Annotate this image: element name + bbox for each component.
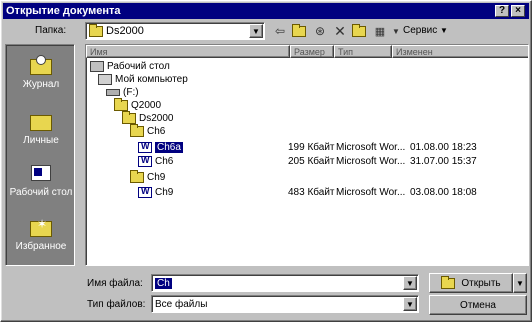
folder-dropdown[interactable]: Ds2000 ▼ <box>85 22 265 40</box>
service-label: Сервис <box>403 25 438 36</box>
favorites-icon: ✶ <box>28 215 54 239</box>
place-label: Журнал <box>22 79 60 90</box>
new-folder-glyph-icon <box>351 23 366 37</box>
tree-item[interactable]: Ch9 <box>130 170 166 184</box>
title-bar: Открытие документа ? × <box>3 3 529 19</box>
folder-label: Папка: <box>35 25 67 36</box>
file-modified: 01.08.00 18:23 <box>410 142 477 153</box>
word-doc-icon <box>138 155 152 167</box>
file-size: 199 Кбайт <box>288 142 335 153</box>
tree-item-label: Ds2000 <box>139 113 174 124</box>
filetype-value: Все файлы <box>155 298 208 310</box>
place-label: Личные <box>23 135 59 146</box>
tree-item-label: Рабочий стол <box>107 61 170 72</box>
desktop-icon <box>90 61 104 72</box>
folder-icon <box>130 124 144 137</box>
folder-value: Ds2000 <box>106 25 144 37</box>
word-doc-icon <box>138 186 152 198</box>
personal-folder-icon <box>28 109 54 133</box>
place-label: Рабочий стол <box>9 187 73 198</box>
open-button-label: Открыть <box>461 277 501 289</box>
tree-item-label: Ch9 <box>147 172 166 183</box>
filetype-chevron-down-icon[interactable]: ▼ <box>403 297 417 311</box>
word-doc-icon <box>138 141 152 153</box>
file-name: Ch6 <box>155 156 174 167</box>
place-desktop[interactable]: Рабочий стол <box>6 157 76 213</box>
column-header-modified[interactable]: Изменен <box>392 45 528 58</box>
file-modified: 03.08.00 18:08 <box>410 187 477 198</box>
computer-icon <box>98 74 112 85</box>
file-type: Microsoft Wor... <box>336 187 406 198</box>
tree-item-label: Мой компьютер <box>115 74 188 85</box>
folder-icon <box>114 98 128 111</box>
place-label: Избранное <box>15 241 67 252</box>
service-menu[interactable]: Сервис ▼ <box>403 25 448 36</box>
filename-label: Имя файла: <box>87 278 143 289</box>
folder-open-icon <box>122 111 136 124</box>
places-bar: Журнал Личные Рабочий стол ✶ Избранное <box>5 44 75 266</box>
service-chevron-down-icon: ▼ <box>440 26 448 35</box>
help-button[interactable]: ? <box>495 5 509 17</box>
tree-item-label: (F:) <box>123 87 139 98</box>
tree-item-label: Ch6 <box>147 126 166 137</box>
close-button[interactable]: × <box>511 5 525 17</box>
history-icon <box>28 53 54 77</box>
column-header-size[interactable]: Размер <box>290 45 334 58</box>
open-options-chevron-down-icon[interactable]: ▼ <box>513 273 527 293</box>
filename-chevron-down-icon[interactable]: ▼ <box>403 276 417 290</box>
file-modified: 31.07.00 15:37 <box>410 156 477 167</box>
tree-item[interactable]: Рабочий стол <box>90 60 170 73</box>
file-type: Microsoft Wor... <box>336 142 406 153</box>
folder-icon <box>89 23 103 37</box>
web-search-icon[interactable]: ⊛ <box>311 22 329 40</box>
file-list: Имя Размер Тип Изменен Рабочий стол Мой … <box>85 44 529 266</box>
place-favorites[interactable]: ✶ Избранное <box>6 211 76 267</box>
file-type: Microsoft Wor... <box>336 156 406 167</box>
file-name: Ch9 <box>155 187 174 198</box>
filetype-label: Тип файлов: <box>87 299 146 310</box>
tree-item[interactable]: Мой компьютер <box>98 73 188 86</box>
file-size: 205 Кбайт <box>288 156 335 167</box>
file-size: 483 Кбайт <box>288 187 335 198</box>
up-folder-icon[interactable] <box>291 22 309 40</box>
place-personal[interactable]: Личные <box>6 105 76 161</box>
filename-value: Ch <box>155 277 172 289</box>
open-button[interactable]: Открыть <box>429 273 513 293</box>
folder-up-icon <box>291 23 306 37</box>
back-arrow-icon[interactable]: ⇦ <box>271 22 289 40</box>
tree-item[interactable]: (F:) <box>106 86 139 99</box>
file-row[interactable]: Ch6 <box>138 155 173 168</box>
chevron-down-icon[interactable]: ▼ <box>249 24 263 38</box>
filetype-select[interactable]: Все файлы ▼ <box>151 295 419 313</box>
column-header-type[interactable]: Тип <box>334 45 392 58</box>
window-title: Открытие документа <box>6 5 121 17</box>
file-row-selected[interactable]: Ch6a <box>138 141 183 154</box>
new-folder-icon[interactable] <box>351 22 369 40</box>
drive-icon <box>106 89 120 96</box>
column-header-name[interactable]: Имя <box>86 45 290 58</box>
cancel-button[interactable]: Отмена <box>429 295 527 315</box>
filename-input[interactable]: Ch ▼ <box>151 274 419 292</box>
file-row[interactable]: Ch9 <box>138 186 173 199</box>
open-folder-icon <box>441 275 456 289</box>
tree-item-label: Q2000 <box>131 100 162 111</box>
open-document-dialog: Открытие документа ? × Папка: Ds2000 ▼ ⇦… <box>0 0 532 322</box>
place-history[interactable]: Журнал <box>6 49 76 105</box>
delete-icon[interactable]: ✕ <box>331 22 349 40</box>
folder-icon <box>130 170 144 183</box>
file-name: Ch6a <box>155 142 183 153</box>
desktop-icon <box>28 161 54 185</box>
tree-item[interactable]: Ch6 <box>130 124 166 138</box>
